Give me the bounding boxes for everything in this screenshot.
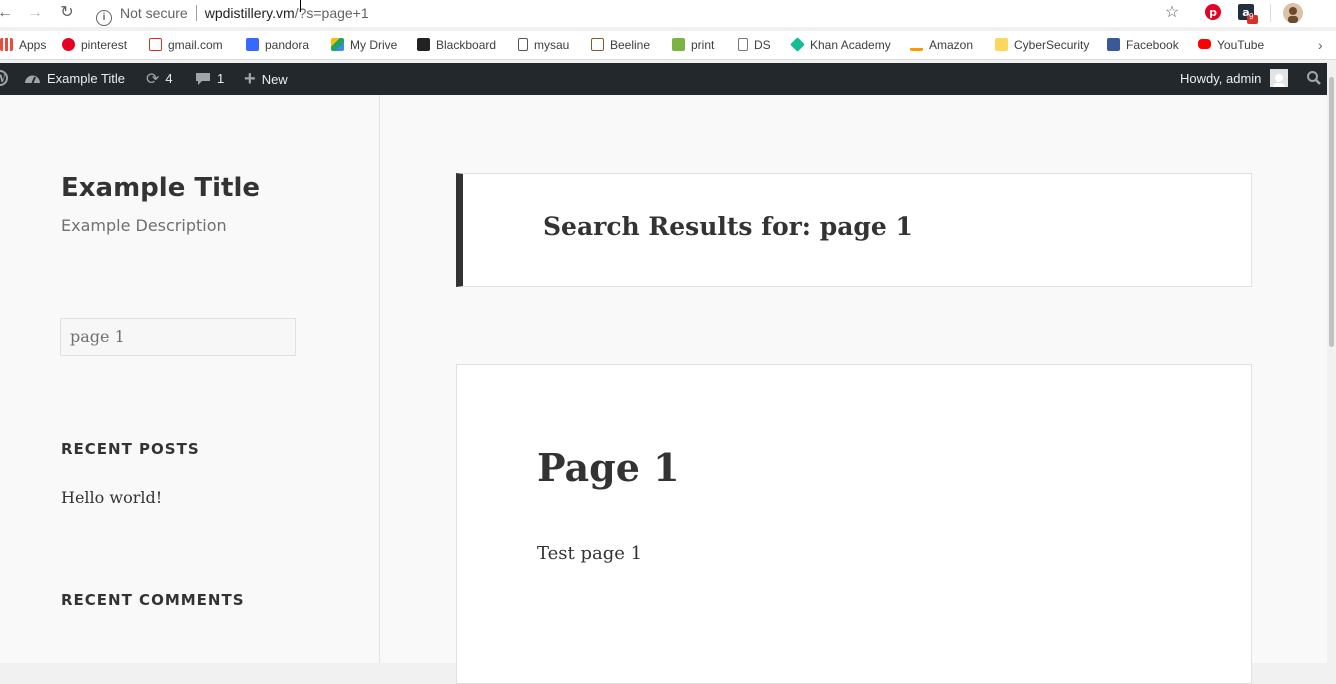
bookmark-apps[interactable]: Apps [0,37,46,53]
bookmark-label: print [691,38,715,52]
gmail-icon [149,38,162,51]
bookmark-beeline[interactable]: Beeline [591,37,650,53]
url-path: /?s=page+1 [294,5,369,21]
bookmark-print[interactable]: print [672,37,714,53]
admin-bar-updates[interactable]: ⟳ 4 [146,63,173,95]
dashboard-icon [24,64,41,96]
bookmark-label: gmail.com [168,38,223,52]
bookmark-pandora[interactable]: pandora [246,37,309,53]
search-result-article: Page 1 Test page 1 [456,364,1252,684]
bookmark-youtube[interactable]: YouTube [1198,37,1264,53]
bookmarks-bar: Apps pinterest gmail.com pandora My Driv… [0,31,1336,60]
page-icon [738,38,748,51]
bookmark-blackboard[interactable]: Blackboard [417,37,496,53]
bookmark-star-icon[interactable]: ☆ [1162,3,1182,23]
bookmark-label: Facebook [1126,38,1179,52]
bookmark-my-drive[interactable]: My Drive [331,37,397,53]
bookmark-facebook[interactable]: Facebook [1107,37,1179,53]
post-excerpt: Test page 1 [537,543,643,564]
text-cursor [300,0,301,12]
bookmarks-overflow-chevron-icon[interactable]: › [1318,37,1323,53]
recent-comments-heading: RECENT COMMENTS [61,591,245,609]
search-results-header: Search Results for: page 1 [456,173,1252,287]
extension-badge: 9 [1249,12,1254,21]
search-input[interactable]: page 1 [60,318,296,356]
updates-count: 4 [165,71,173,86]
post-title[interactable]: Page 1 [537,445,680,490]
document-icon [518,38,528,51]
bookmark-label: Beeline [610,38,651,52]
admin-bar-new[interactable]: + New [244,63,288,95]
bookmark-ds[interactable]: DS [738,37,771,53]
bookmark-amazon[interactable]: Amazon [910,37,973,53]
forward-arrow-icon[interactable]: → [24,3,46,23]
toolbar-divider [1270,4,1271,22]
plus-icon: + [244,68,256,90]
comments-icon [195,64,211,96]
bookmark-label: Khan Academy [810,38,891,52]
folder-icon [995,38,1008,51]
pinterest-icon [62,38,75,51]
svg-text:p: p [1209,6,1217,19]
address-bar[interactable]: i Not secure wpdistillery.vm/?s=page+1 [96,4,369,26]
site-name-label: Example Title [47,71,126,86]
reload-icon[interactable]: ↻ [56,3,78,23]
admin-bar-site-name[interactable]: Example Title [24,63,125,95]
recent-posts-heading: RECENT POSTS [61,440,200,458]
info-icon[interactable]: i [96,10,112,26]
svg-text:W: W [0,74,6,85]
bookmark-pinterest[interactable]: pinterest [62,37,127,53]
recent-post-link[interactable]: Hello world! [61,488,162,507]
admin-bar-account[interactable]: Howdy, admin [1180,63,1289,95]
beeline-icon [591,38,604,51]
main-content: Search Results for: page 1 Page 1 Test p… [380,95,1327,684]
amazon-extension-icon[interactable]: a 9 [1237,3,1259,24]
bookmark-gmail[interactable]: gmail.com [149,37,223,53]
bookmark-label: pandora [265,38,310,52]
scrollbar-thumb[interactable] [1329,77,1334,347]
blackboard-icon [417,38,430,51]
security-label: Not secure [120,5,188,21]
print-icon [672,38,685,51]
bookmark-mysau[interactable]: mysau [518,37,569,53]
browser-toolbar: ← → ↻ i Not secure wpdistillery.vm/?s=page… [0,0,1336,27]
comments-count: 1 [217,71,225,86]
site-description: Example Description [61,216,227,235]
bookmark-label: Apps [19,38,47,52]
user-avatar-icon [1270,69,1289,87]
bookmark-label: Blackboard [436,38,497,52]
new-label: New [261,72,288,87]
pandora-icon [246,38,259,51]
bookmark-cybersecurity[interactable]: CyberSecurity [995,37,1089,53]
sidebar: Example Title Example Description page 1… [0,95,380,663]
youtube-icon [1198,39,1211,49]
bookmark-label: Amazon [929,38,974,52]
bookmark-label: CyberSecurity [1014,38,1090,52]
apps-grid-icon [0,38,13,51]
pinterest-extension-icon[interactable]: p [1203,3,1223,23]
khan-academy-icon [790,37,805,52]
omnibox-separator [195,5,197,21]
url-host: wpdistillery.vm [204,5,295,21]
bookmark-label: DS [754,38,771,52]
back-arrow-icon[interactable]: ← [0,3,16,23]
page-title: Search Results for: page 1 [543,212,913,241]
bookmark-label: My Drive [350,38,398,52]
wp-admin-bar: W Example Title ⟳4 1 +New Howdy, admin [0,63,1336,95]
howdy-label: Howdy, admin [1180,71,1262,86]
site-title[interactable]: Example Title [61,173,260,203]
admin-bar-search-icon[interactable] [1306,63,1322,95]
wordpress-logo-icon[interactable]: W [0,63,8,95]
bookmark-label: mysau [534,38,570,52]
google-drive-icon [331,38,344,51]
amazon-icon [910,38,923,51]
bookmark-label: pinterest [81,38,128,52]
page-scrollbar[interactable] [1327,63,1336,663]
bookmark-label: YouTube [1217,38,1265,52]
facebook-icon [1107,38,1120,51]
avatar[interactable] [1283,3,1303,23]
updates-icon: ⟳ [146,71,160,88]
admin-bar-comments[interactable]: 1 [195,63,224,95]
bookmark-khan-academy[interactable]: Khan Academy [790,37,891,53]
